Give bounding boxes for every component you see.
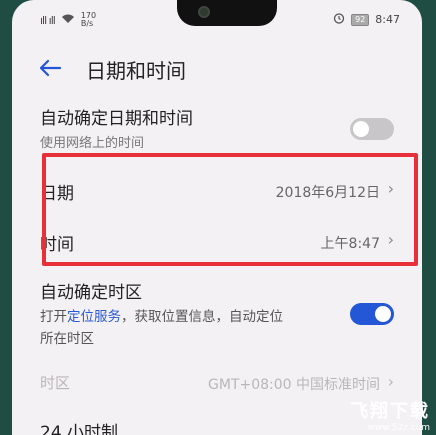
status-right: 92 8:47 xyxy=(333,12,400,27)
location-service-link[interactable]: 定位服务 xyxy=(67,309,121,325)
desc-suffix: ，获取位置信息，自动定位 xyxy=(121,309,283,325)
watermark-logo-text: 飞翔下载 xyxy=(350,401,430,422)
camera-notch xyxy=(177,0,277,26)
signal-icon: ıll ıll xyxy=(40,13,56,27)
watermark: 飞翔下载 www.52z.com xyxy=(350,397,430,433)
toggle-knob xyxy=(353,121,369,137)
timezone-value: GMT+08:00 中国标准时间 xyxy=(207,377,380,393)
watermark-url: www.52z.com xyxy=(367,423,430,433)
network-speed: 170 B/s xyxy=(80,11,97,28)
wifi-icon xyxy=(61,13,75,27)
status-time: 8:47 xyxy=(375,13,400,26)
page-title: 日期和时间 xyxy=(86,59,186,83)
auto-timezone-desc-line2: 所在时区 xyxy=(40,331,94,347)
auto-datetime-subtitle: 使用网络上的时间 xyxy=(40,136,145,151)
auto-datetime-row[interactable]: 自动确定日期和时间 使用网络上的时间 xyxy=(12,100,422,154)
status-left: ıll ıll 170 B/s xyxy=(40,12,96,28)
app-header: 日期和时间 xyxy=(12,46,422,90)
front-camera xyxy=(198,6,210,18)
red-highlight-box xyxy=(42,153,418,266)
alarm-icon xyxy=(333,12,345,27)
chevron-right-icon: › xyxy=(387,372,394,391)
auto-datetime-toggle[interactable] xyxy=(350,118,394,140)
auto-timezone-row[interactable]: 自动确定时区 打开定位服务，获取位置信息，自动定位 所在时区 xyxy=(12,274,422,354)
auto-timezone-desc: 打开定位服务，获取位置信息，自动定位 xyxy=(40,305,283,325)
phone-screen: ıll ıll 170 B/s 92 8:47 日期和时间 自动确定日期和时间 … xyxy=(12,0,422,435)
battery-indicator: 92 xyxy=(351,13,370,26)
timezone-label: 时区 xyxy=(40,374,71,392)
back-arrow-icon[interactable] xyxy=(36,56,64,80)
hour24-label: 24 小时制 xyxy=(40,423,119,435)
auto-timezone-toggle[interactable] xyxy=(350,303,394,325)
desc-prefix: 打开 xyxy=(40,309,67,325)
auto-datetime-title: 自动确定日期和时间 xyxy=(40,109,193,129)
auto-timezone-title: 自动确定时区 xyxy=(40,283,142,303)
toggle-knob xyxy=(375,306,391,322)
status-bar: ıll ıll 170 B/s 92 8:47 xyxy=(12,0,422,40)
